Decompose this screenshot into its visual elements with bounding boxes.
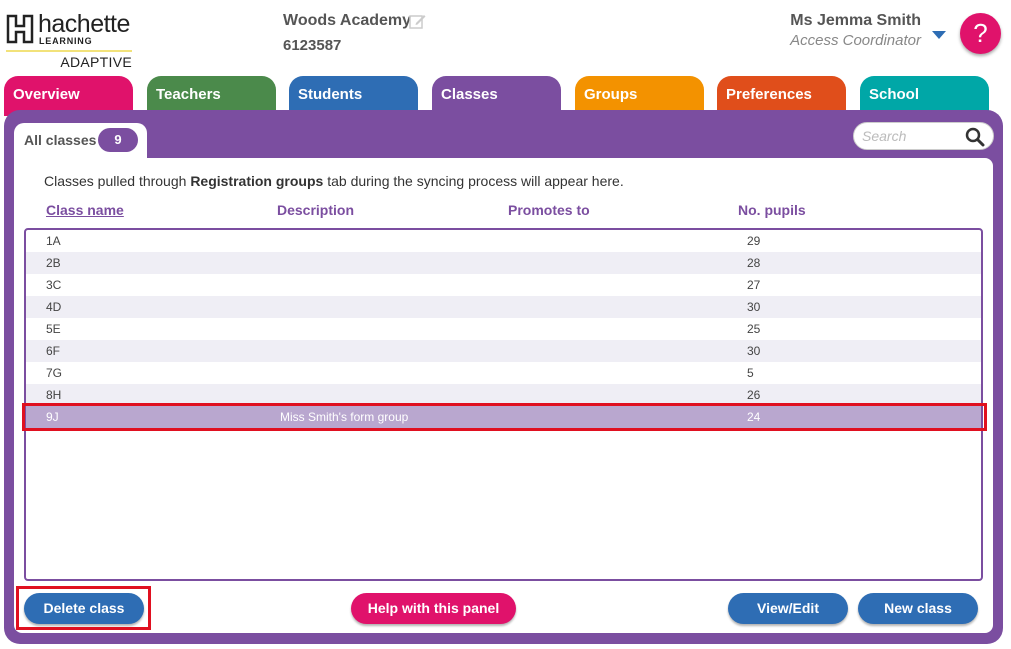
tab-label: School [869, 86, 920, 103]
help-panel-button[interactable]: Help with this panel [351, 593, 516, 624]
cell-pupils: 26 [747, 388, 761, 402]
hachette-mark-icon [6, 14, 34, 44]
cell-pupils: 30 [747, 300, 761, 314]
tab-label: Overview [13, 86, 80, 103]
cell-pupils: 29 [747, 234, 761, 248]
cell-pupils: 5 [747, 366, 754, 380]
search-icon[interactable] [965, 127, 985, 147]
table-row[interactable]: 4D 30 [26, 296, 981, 318]
info-text-bold: Registration groups [190, 173, 324, 189]
new-class-button[interactable]: New class [858, 593, 978, 624]
logo-product: ADAPTIVE [60, 54, 132, 70]
view-edit-button[interactable]: View/Edit [728, 593, 848, 624]
logo-sub: LEARNING [39, 36, 93, 46]
cell-pupils: 28 [747, 256, 761, 270]
help-button[interactable]: ? [960, 13, 1001, 54]
info-text-start: Classes pulled through [44, 173, 191, 189]
cell-class-name: 3C [46, 278, 62, 292]
search-input[interactable] [862, 127, 962, 145]
cell-pupils: 25 [747, 322, 761, 336]
cell-class-name: 7G [46, 366, 63, 380]
hachette-logo: hachette LEARNING ADAPTIVE [6, 12, 132, 70]
table-row[interactable]: 5E 25 [26, 318, 981, 340]
cell-pupils: 30 [747, 344, 761, 358]
info-text: Classes pulled through Registration grou… [44, 173, 624, 189]
table-row[interactable]: 1A 29 [26, 230, 981, 252]
logo-brand: hachette [38, 10, 130, 38]
cell-class-name: 5E [46, 322, 61, 336]
cell-class-name: 8H [46, 388, 62, 402]
school-name: Woods Academy [283, 12, 412, 29]
class-count-badge: 9 [98, 128, 138, 152]
cell-class-name: 4D [46, 300, 62, 314]
user-name[interactable]: Ms Jemma Smith [790, 12, 921, 30]
table-row[interactable]: 2B 28 [26, 252, 981, 274]
selected-row-highlight [22, 403, 987, 431]
subtab-label: All classes [24, 132, 97, 148]
table-row[interactable]: 6F 30 [26, 340, 981, 362]
delete-button-highlight [16, 586, 151, 630]
table-row[interactable]: 7G 5 [26, 362, 981, 384]
edit-icon[interactable] [409, 13, 426, 29]
column-header-description[interactable]: Description [277, 202, 354, 218]
cell-class-name: 1A [46, 234, 61, 248]
tab-label: Students [298, 86, 363, 103]
tab-label: Groups [584, 86, 638, 103]
cell-class-name: 2B [46, 256, 61, 270]
info-text-end: tab during the syncing process will appe… [323, 173, 624, 189]
tab-label: Teachers [156, 86, 221, 103]
tab-label: Preferences [726, 86, 812, 103]
cell-class-name: 6F [46, 344, 61, 358]
logo-rule [6, 50, 132, 52]
user-role: Access Coordinator [790, 32, 921, 49]
search-box[interactable] [853, 122, 994, 150]
table-row[interactable]: 3C 27 [26, 274, 981, 296]
column-header-class-name[interactable]: Class name [46, 202, 124, 218]
tab-label: Classes [441, 86, 498, 103]
column-header-no-pupils[interactable]: No. pupils [738, 202, 806, 218]
user-menu-caret-icon[interactable] [932, 31, 946, 39]
school-id: 6123587 [283, 37, 342, 54]
cell-pupils: 27 [747, 278, 761, 292]
column-header-promotes-to[interactable]: Promotes to [508, 202, 590, 218]
